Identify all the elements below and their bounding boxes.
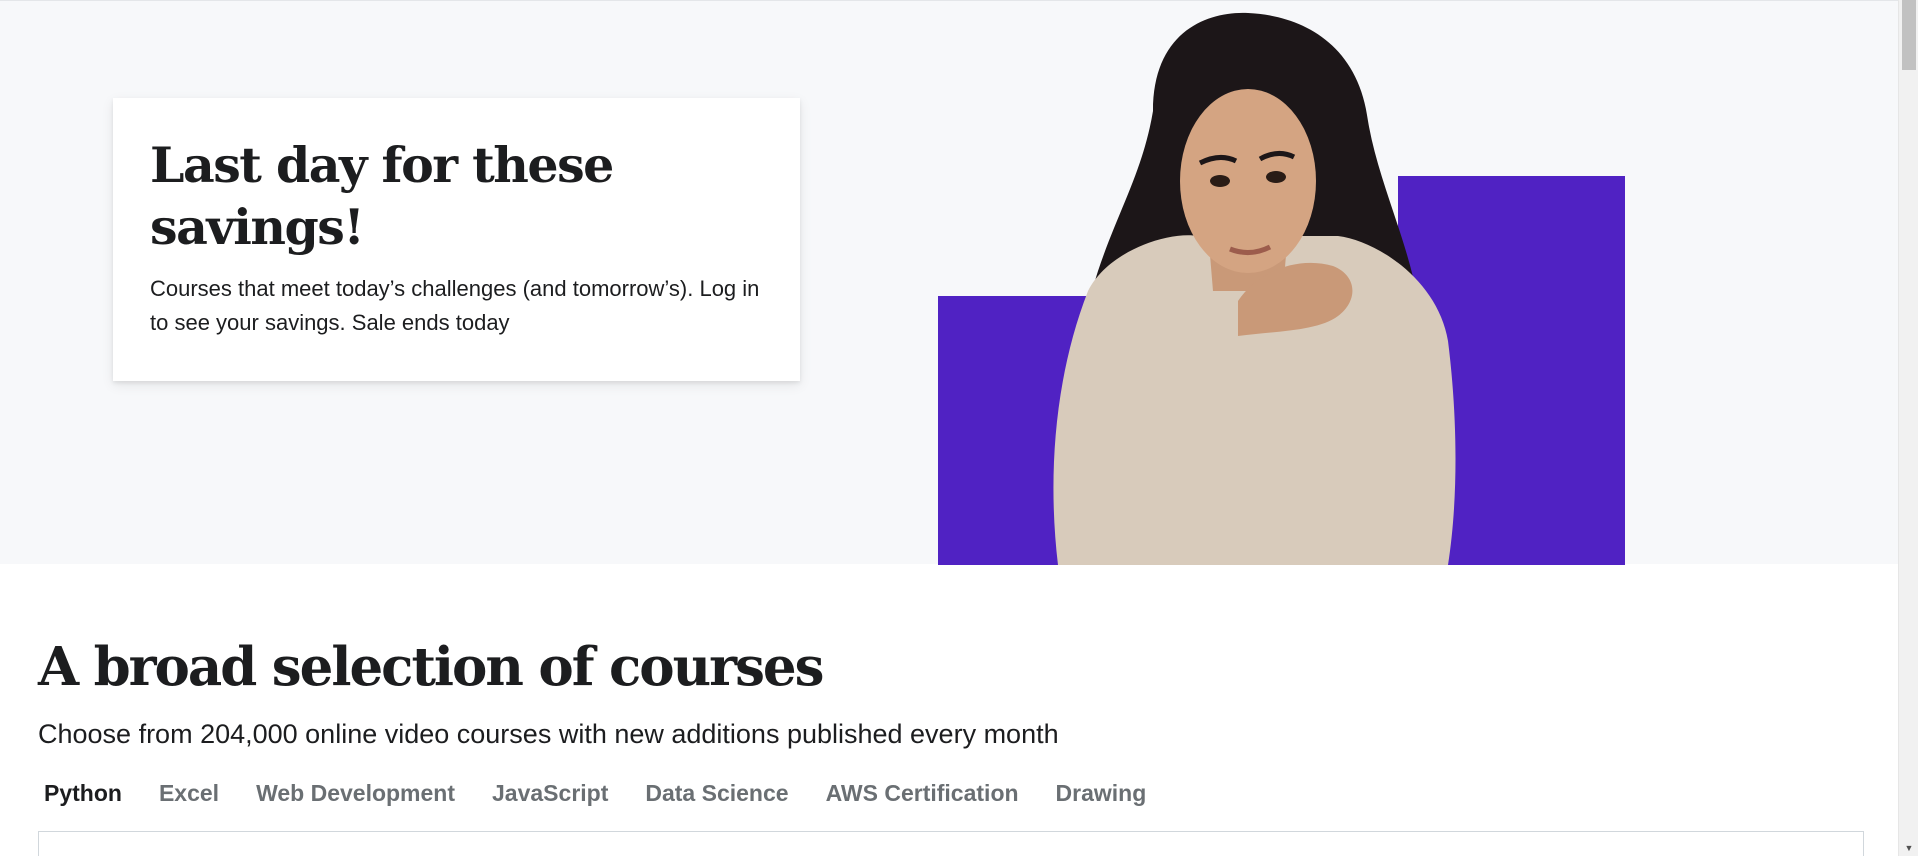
hero-card: Last day for these savings! Courses that…: [113, 98, 800, 381]
purple-block-upper: [1398, 176, 1625, 306]
tab-data-science[interactable]: Data Science: [645, 775, 788, 811]
tab-drawing[interactable]: Drawing: [1056, 775, 1147, 811]
category-tabs: Python Excel Web Development JavaScript …: [44, 775, 1183, 811]
tab-excel[interactable]: Excel: [159, 775, 219, 811]
page-scrollbar[interactable]: ▼: [1898, 0, 1918, 856]
tab-python[interactable]: Python: [44, 775, 122, 811]
tab-javascript[interactable]: JavaScript: [492, 775, 608, 811]
section-subtitle: Choose from 204,000 online video courses…: [38, 719, 1059, 749]
chevron-down-icon[interactable]: ▼: [1903, 842, 1915, 854]
tab-web-development[interactable]: Web Development: [256, 775, 455, 811]
tab-aws-certification[interactable]: AWS Certification: [826, 775, 1019, 811]
hero-image: [938, 1, 1625, 565]
face-shape: [1180, 89, 1316, 273]
tab-content-panel: [38, 831, 1864, 856]
section-title: A broad selection of courses: [38, 636, 824, 698]
hero-banner: Last day for these savings! Courses that…: [0, 0, 1898, 565]
left-eye: [1210, 175, 1230, 187]
hero-subtitle: Courses that meet today’s challenges (an…: [150, 276, 760, 335]
scrollbar-thumb[interactable]: [1902, 0, 1916, 70]
hero-title: Last day for these savings!: [150, 136, 614, 256]
hero-person-illustration: [938, 12, 1625, 565]
right-eye: [1266, 171, 1286, 183]
